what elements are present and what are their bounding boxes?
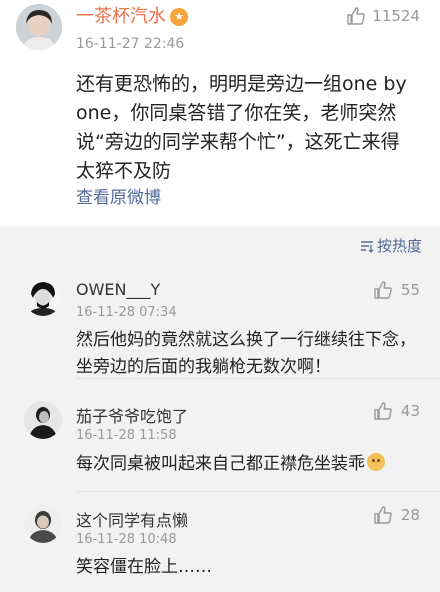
sort-label: 按热度 [376,237,422,255]
reply-text: 每次同桌被叫起来自己都正襟危坐装乖 [76,451,426,478]
reply-text-line: 每次同桌被叫起来自己都正襟危坐装乖 [76,454,365,474]
main-comment-timestamp: 16-11-27 22:46 [76,36,185,52]
main-comment-like-count: 11524 [372,7,420,25]
reply-timestamp: 16-11-28 10:48 [76,532,177,547]
main-comment: 一茶杯汽水 ★ 16-11-27 22:46 11524 还有更恐怖的，明明是旁边… [0,0,440,226]
reply-text-line: 然后他妈的竟然就这么换了一行继续往下念， [76,330,416,350]
thumbs-up-icon [374,402,392,420]
reply-text: 然后他妈的竟然就这么换了一行继续往下念， 坐旁边的后面的我躺枪无数次啊！ [76,327,426,381]
reply-timestamp: 16-11-28 07:34 [76,305,177,320]
reply-like-button[interactable]: 43 [373,401,420,421]
reply-text-line: 笑容僵在脸上…… [76,557,212,577]
main-comment-text: 还有更恐怖的，明明是旁边一组one by one，你同桌答错了你在笑，老师突然说… [76,73,407,182]
reply-item: 茄子爷爷吃饱了 16-11-28 11:58 43 每次同桌被叫起来自己都正襟危… [0,379,440,492]
thumbs-up-icon [347,7,366,25]
reply-like-button[interactable]: 28 [373,505,420,525]
reply-username[interactable]: 茄子爷爷吃饱了 [76,403,188,427]
reply-text-line: 坐旁边的后面的我躺枪无数次啊！ [76,357,331,377]
reply-item: OWEN___Y 16-11-28 07:34 55 然后他妈的竟然就这么换了一… [0,264,440,379]
reply-like-count: 28 [400,506,420,524]
main-comment-avatar[interactable] [16,4,62,50]
reply-text: 笑容僵在脸上…… [76,554,426,581]
reply-avatar[interactable] [24,505,62,543]
doge-emoji-icon [367,453,385,471]
reply-username[interactable]: OWEN___Y [76,280,160,299]
thumbs-up-icon [374,506,392,524]
sort-icon [360,240,374,253]
main-comment-username-row: 一茶杯汽水 ★ [76,4,188,30]
main-comment-username[interactable]: 一茶杯汽水 [76,6,166,27]
reply-timestamp: 16-11-28 11:58 [76,428,177,443]
sort-by-popularity-button[interactable]: 按热度 [360,235,422,256]
reply-like-button[interactable]: 55 [373,280,420,300]
view-original-weibo-link[interactable]: 查看原微博 [76,183,161,208]
reply-avatar[interactable] [24,401,62,439]
main-comment-like-button[interactable]: 11524 [346,6,420,26]
reply-item: 这个同学有点懒 16-11-28 10:48 28 笑容僵在脸上…… [0,492,440,592]
member-badge-icon: ★ [170,8,188,26]
sort-bar: 按热度 [0,226,440,264]
reply-username[interactable]: 这个同学有点懒 [76,507,188,531]
reply-avatar[interactable] [24,278,62,316]
thumbs-up-icon [374,281,392,299]
reply-like-count: 43 [400,402,420,420]
reply-like-count: 55 [400,281,420,299]
